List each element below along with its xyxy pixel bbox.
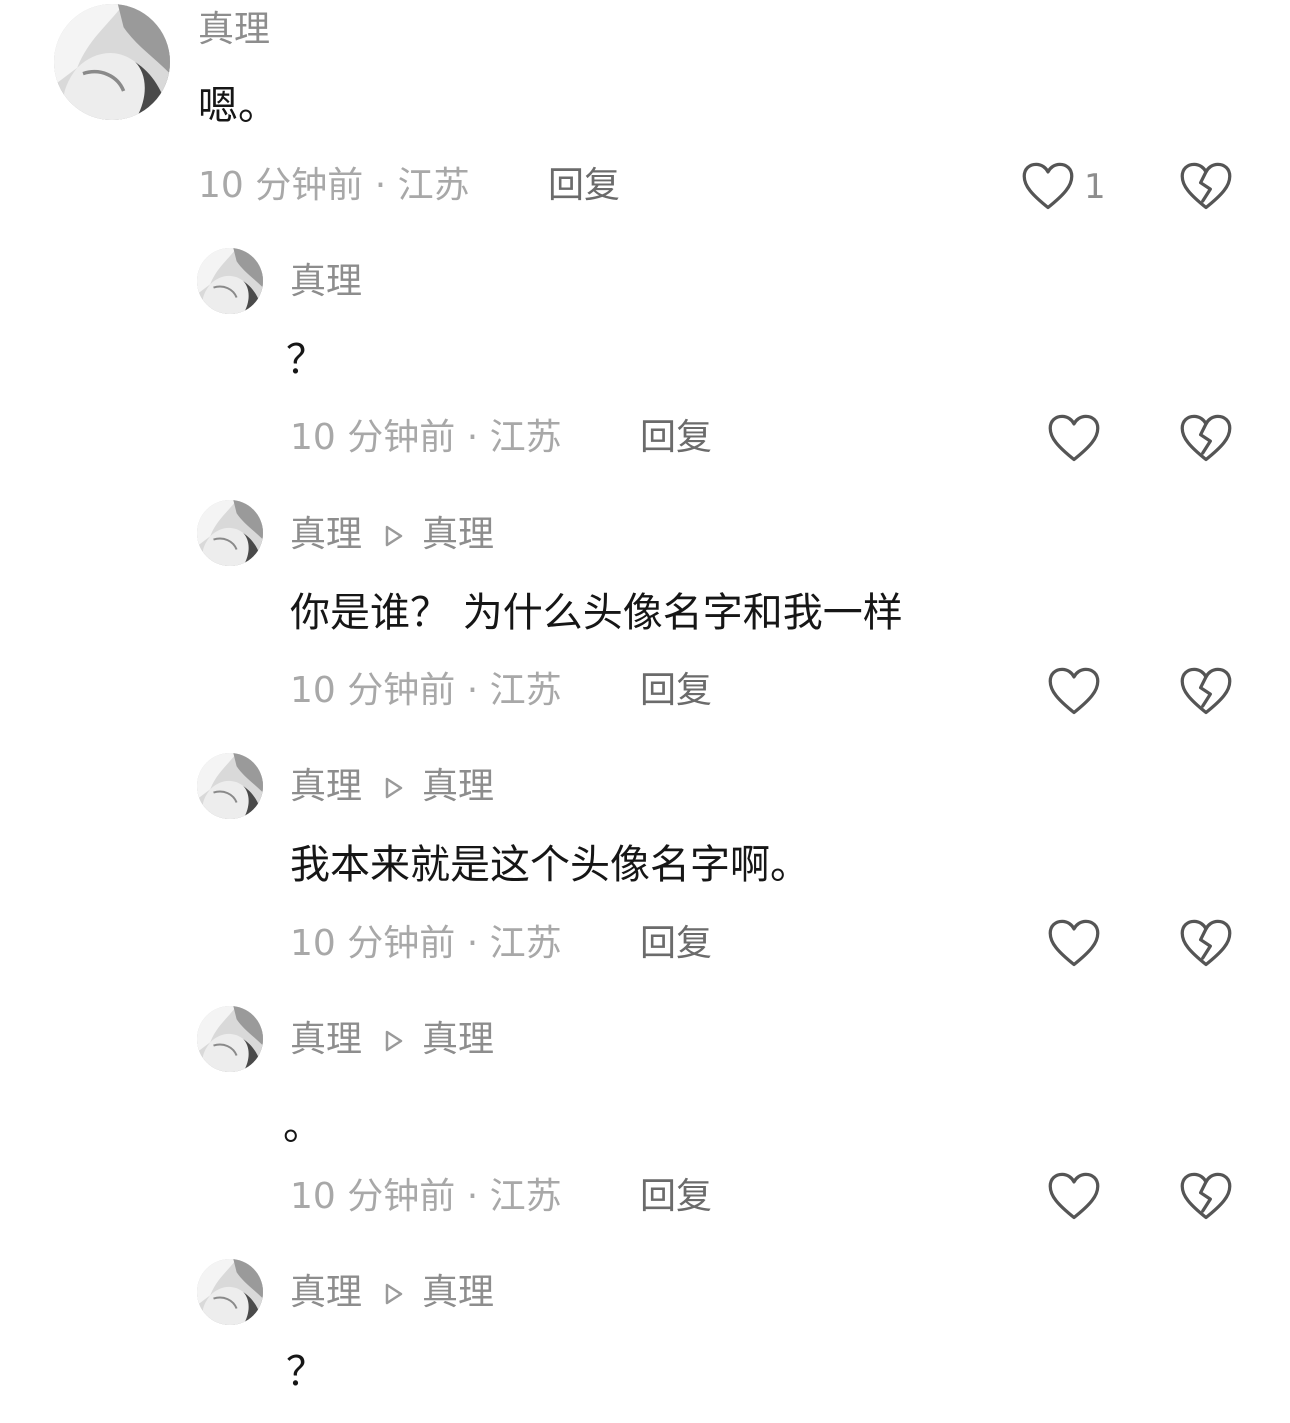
- heart-outline-icon: [1021, 162, 1075, 212]
- broken-heart-icon: [1179, 414, 1233, 464]
- avatar-image: [54, 4, 170, 120]
- comment-meta: 10 分钟前 · 江苏: [290, 1176, 562, 1217]
- like-button[interactable]: [1047, 667, 1101, 717]
- avatar[interactable]: [197, 1006, 263, 1072]
- avatar[interactable]: [197, 753, 263, 819]
- reply-arrow-icon: [384, 1023, 404, 1059]
- avatar[interactable]: [197, 500, 263, 566]
- comment-meta: 10 分钟前 · 江苏: [198, 165, 470, 206]
- comment-author[interactable]: 真理: [290, 766, 362, 807]
- reply-button[interactable]: 回复: [548, 168, 620, 204]
- broken-heart-icon: [1179, 1172, 1233, 1222]
- broken-heart-icon: [1179, 667, 1233, 717]
- like-count: 1: [1084, 167, 1106, 207]
- dislike-button[interactable]: [1179, 414, 1233, 464]
- heart-outline-icon: [1047, 414, 1101, 464]
- heart-outline-icon: [1047, 667, 1101, 717]
- avatar[interactable]: [197, 1259, 263, 1325]
- avatar-image: [197, 500, 263, 566]
- reply-target[interactable]: 真理: [422, 1019, 494, 1060]
- dislike-button[interactable]: [1179, 667, 1233, 717]
- reply-target[interactable]: 真理: [422, 1272, 494, 1313]
- comment-author[interactable]: 真理: [290, 264, 362, 300]
- broken-heart-icon: [1179, 919, 1233, 969]
- reply-target[interactable]: 真理: [422, 514, 494, 555]
- heart-outline-icon: [1047, 919, 1101, 969]
- comment-author[interactable]: 真理: [290, 1272, 362, 1313]
- comment-meta: 10 分钟前 · 江苏: [290, 417, 562, 458]
- reply-header: 真理 真理: [290, 1275, 494, 1312]
- comment-author[interactable]: 真理: [198, 12, 270, 48]
- broken-heart-icon: [1179, 162, 1233, 212]
- comment-text: ？: [286, 337, 326, 383]
- comment-meta: 10 分钟前 · 江苏: [290, 923, 562, 964]
- comment-text: 嗯。: [198, 83, 278, 129]
- heart-outline-icon: [1047, 1172, 1101, 1222]
- reply-header: 真理 真理: [290, 517, 494, 554]
- comment-author[interactable]: 真理: [290, 514, 362, 555]
- avatar-image: [197, 1259, 263, 1325]
- reply-button[interactable]: 回复: [640, 673, 712, 709]
- comment-meta: 10 分钟前 · 江苏: [290, 670, 562, 711]
- dislike-button[interactable]: [1179, 919, 1233, 969]
- dislike-button[interactable]: [1179, 1172, 1233, 1222]
- avatar-image: [197, 1006, 263, 1072]
- like-button[interactable]: [1047, 919, 1101, 969]
- reply-button[interactable]: 回复: [640, 420, 712, 456]
- avatar-image: [197, 248, 263, 314]
- comment-author[interactable]: 真理: [290, 1019, 362, 1060]
- dislike-button[interactable]: [1179, 162, 1233, 212]
- comment-text: ？: [286, 1349, 326, 1395]
- reply-button[interactable]: 回复: [640, 926, 712, 962]
- reply-header: 真理 真理: [290, 1022, 494, 1059]
- avatar[interactable]: [54, 4, 170, 120]
- reply-header: 真理 真理: [290, 769, 494, 806]
- reply-arrow-icon: [384, 770, 404, 806]
- reply-arrow-icon: [384, 1276, 404, 1312]
- avatar-image: [197, 753, 263, 819]
- comment-text: 你是谁？ 为什么头像名字和我一样: [290, 590, 903, 636]
- reply-target[interactable]: 真理: [422, 766, 494, 807]
- like-button[interactable]: [1021, 162, 1075, 212]
- like-button[interactable]: [1047, 1172, 1101, 1222]
- avatar[interactable]: [197, 248, 263, 314]
- like-button[interactable]: [1047, 414, 1101, 464]
- comment-text: 。: [283, 1103, 323, 1149]
- comment-text: 我本来就是这个头像名字啊。: [290, 842, 810, 888]
- reply-arrow-icon: [384, 518, 404, 554]
- reply-button[interactable]: 回复: [640, 1179, 712, 1215]
